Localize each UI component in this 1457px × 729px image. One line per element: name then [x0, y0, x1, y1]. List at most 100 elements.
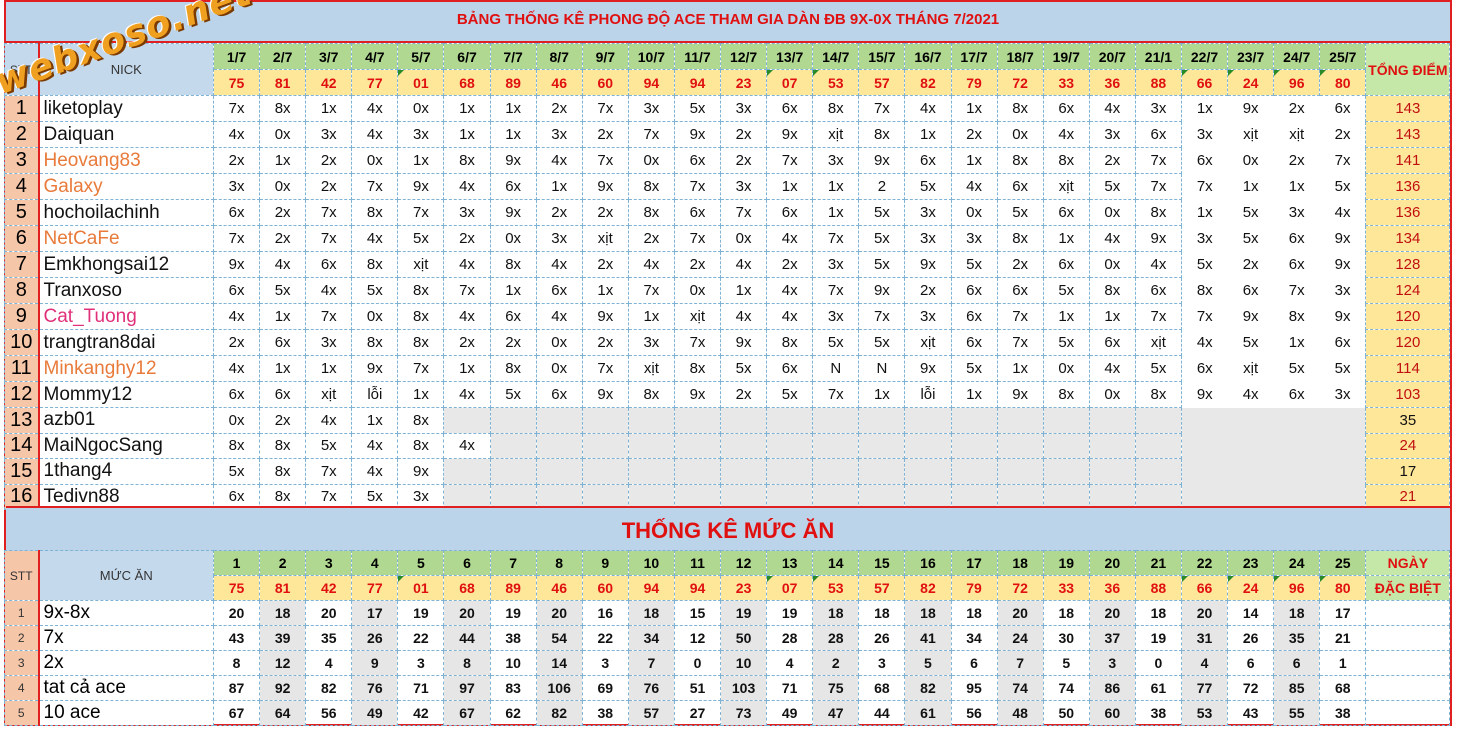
date-header: 16/7 — [904, 43, 952, 70]
special-number: 94 — [627, 69, 675, 96]
count-cell: 18 — [950, 600, 998, 626]
score-cell: 7x — [673, 225, 722, 252]
score-cell: 9x — [1134, 225, 1182, 252]
score-cell — [858, 407, 906, 434]
score-cell: 5x — [904, 173, 952, 200]
special-number: 24 — [1227, 69, 1275, 96]
special-number: 68 — [443, 575, 491, 601]
count-cell: 48 — [996, 700, 1044, 726]
count-cell: 10 — [489, 650, 537, 676]
special-number: 57 — [858, 575, 906, 601]
score-cell: 1x — [489, 277, 537, 304]
score-cell: 2x — [535, 95, 583, 122]
score-cell: 1x — [581, 277, 629, 304]
day-header: 15 — [858, 550, 906, 576]
score-cell: 1x — [627, 303, 675, 330]
score-cell: 6x — [950, 303, 998, 330]
total-score: 143 — [1365, 121, 1451, 148]
score-cell: 1x — [305, 95, 353, 122]
score-cell: 8x — [627, 381, 675, 408]
count-cell: 69 — [581, 675, 629, 701]
date-header: 4/7 — [351, 43, 399, 70]
score-cell: xịt — [1289, 126, 1305, 143]
date-header: 14/7 — [812, 43, 860, 70]
total-score: 17 — [1365, 458, 1451, 485]
day-header: 18 — [996, 550, 1044, 576]
score-cell: 3x — [1288, 204, 1305, 221]
table-row: 6 NetCaFe 7x 2x 7x 4x 5x 2x 0x 3x xịt 2x 7x 0x 4x 7x 5x 3… — [4, 225, 1451, 252]
player-nick: Galaxy — [37, 173, 214, 200]
score-cell: 7x — [812, 381, 860, 408]
total-score: 141 — [1365, 147, 1451, 174]
special-number: 94 — [627, 575, 675, 601]
special-label: ĐẶC BIỆT — [1365, 575, 1451, 601]
count-cell: 61 — [904, 700, 952, 726]
player-nick: Tranxoso — [37, 277, 214, 304]
count-cell: 19 — [397, 600, 445, 626]
table-row: 15 1thang4 5x 8x 7x 4x 9x 17 — [4, 458, 1451, 485]
count-cell: 28 — [766, 625, 814, 651]
score-cell: 9x — [996, 381, 1044, 408]
score-cell — [1181, 407, 1228, 433]
level-name: 9x-8x — [37, 600, 214, 626]
score-cell: 1x — [1288, 178, 1305, 195]
score-cell: xịt — [581, 225, 629, 252]
row-number: 14 — [4, 432, 39, 459]
score-cell: 4x — [351, 95, 399, 122]
score-cell: 8x — [1134, 381, 1182, 408]
day-header: 10 — [627, 550, 675, 576]
day-header: 13 — [766, 550, 814, 576]
score-cell: 7x — [1334, 152, 1351, 169]
score-cell: 5x — [858, 329, 906, 356]
special-number: 46 — [535, 69, 583, 96]
score-cell — [1227, 433, 1274, 459]
row-number: 5 — [4, 700, 39, 726]
special-number: 23 — [720, 69, 768, 96]
empty-cell — [1365, 600, 1451, 626]
score-cell: 8x — [627, 199, 675, 226]
date-header: 12/7 — [720, 43, 768, 70]
score-cell: 7x — [305, 303, 353, 330]
count-cell: 14 — [1227, 600, 1275, 626]
count-cell: 71 — [397, 675, 445, 701]
score-cell — [812, 407, 860, 434]
score-cell: 9x — [1334, 308, 1351, 325]
score-cell — [489, 432, 537, 459]
score-cell: 0x — [351, 147, 399, 174]
score-cell: 1x — [535, 173, 583, 200]
score-cell: 7x — [1134, 147, 1182, 174]
score-cell: 3x — [812, 251, 860, 278]
score-cell: 8x — [259, 95, 307, 122]
score-cell: 2x — [720, 381, 768, 408]
count-cell: 20 — [1088, 600, 1136, 626]
score-cell — [766, 432, 814, 459]
count-cell: 5 — [904, 650, 952, 676]
score-cell: 5x — [1042, 329, 1090, 356]
score-cell: 4x — [535, 251, 583, 278]
score-cell: 1x — [305, 355, 353, 382]
score-cell: 4x — [1088, 95, 1136, 122]
score-cell: 4x — [443, 381, 491, 408]
score-cell: 4x — [351, 225, 399, 252]
table-row: 13 azb01 0x 2x 4x 1x 8x 35 — [4, 407, 1451, 434]
score-cell: 4x — [305, 407, 353, 434]
score-cell — [996, 458, 1044, 485]
total-score: 114 — [1365, 355, 1451, 382]
date-header: 13/7 — [766, 43, 814, 70]
score-cell — [812, 458, 860, 485]
special-number: 66 — [1180, 69, 1229, 96]
count-cell: 54 — [535, 625, 583, 651]
score-cell: 8x — [812, 95, 860, 122]
score-cell: 8x — [627, 173, 675, 200]
count-cell: 74 — [996, 675, 1044, 701]
count-cell: 72 — [1227, 675, 1275, 701]
special-number: 81 — [259, 69, 307, 96]
score-cell: 4x — [443, 173, 491, 200]
count-cell: 67 — [443, 700, 491, 726]
day-header: 1 — [212, 550, 261, 576]
score-cell: 1x — [443, 95, 491, 122]
count-cell: 18 — [259, 600, 307, 626]
special-number: 77 — [351, 69, 399, 96]
count-cell: 17 — [1319, 600, 1367, 626]
score-cell: 3x — [720, 95, 768, 122]
